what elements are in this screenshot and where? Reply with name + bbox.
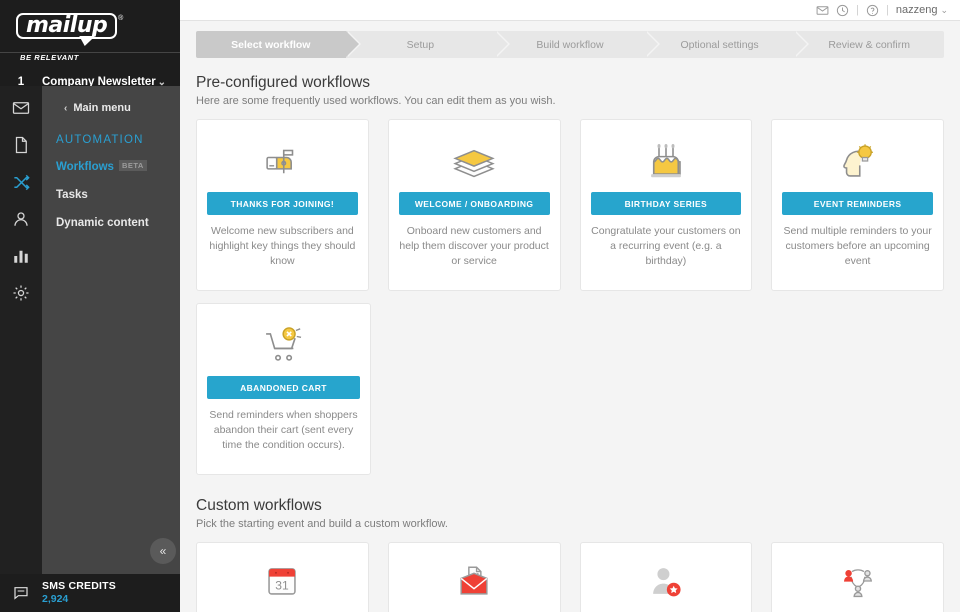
envelope-icon[interactable] [11, 98, 31, 118]
step-label: Select workflow [231, 39, 310, 51]
custom-heading: Custom workflows [196, 497, 944, 515]
logo-box: mailup ® [16, 13, 117, 39]
main-area: | | nazzeng⌄ Select workflow Setup Build… [180, 0, 960, 612]
submenu-panel: ‹ Main menu AUTOMATION Workflows BETA Task… [42, 86, 180, 574]
workflow-card-button[interactable]: THANKS FOR JOINING! [207, 192, 358, 215]
logo-wordmark: mailup [26, 16, 107, 36]
sidebar-item-label: Workflows [56, 161, 114, 173]
chevron-down-icon: ⌄ [940, 5, 948, 15]
step-label: Review & confirm [828, 39, 910, 51]
top-bar: | | nazzeng⌄ [180, 0, 960, 21]
workflow-card-description: Send reminders when shoppers abandon the… [207, 408, 360, 454]
stacked-envelopes-icon [450, 130, 498, 192]
chevron-left-icon: ‹ [64, 103, 67, 114]
workflow-card-thanks-for-joining[interactable]: THANKS FOR JOINING! Welcome new subscrib… [196, 119, 369, 291]
sidebar-body: ‹ Main menu AUTOMATION Workflows BETA Task… [0, 86, 180, 574]
contacts-network-icon [837, 553, 879, 609]
step-select-workflow[interactable]: Select workflow [196, 31, 346, 58]
sidebar-item-tasks[interactable]: Tasks [42, 181, 180, 209]
workflow-stepper: Select workflow Setup Build workflow Opt… [196, 31, 944, 58]
sms-credits-bar[interactable]: SMS CREDITS 2,924 [0, 574, 180, 612]
contact-star-icon [646, 553, 686, 609]
step-label: Optional settings [680, 39, 758, 51]
custom-workflow-card-email-opened[interactable] [388, 542, 561, 612]
preconfigured-card-grid-row2: ABANDONED CART Send reminders when shopp… [196, 303, 944, 475]
clock-icon[interactable] [836, 4, 849, 17]
opened-email-check-icon [454, 553, 494, 609]
birthday-cake-icon [645, 130, 687, 192]
document-icon[interactable] [11, 135, 31, 155]
workflow-card-description: Send multiple reminders to your customer… [782, 224, 933, 270]
sms-credits-label: SMS CREDITS [42, 580, 116, 593]
workflow-card-button[interactable]: BIRTHDAY SERIES [591, 192, 742, 215]
icon-rail [0, 86, 42, 574]
bar-chart-statistics-icon[interactable] [11, 246, 31, 266]
step-setup[interactable]: Setup [346, 31, 496, 58]
step-review-confirm[interactable]: Review & confirm [794, 31, 944, 58]
username-label: nazzeng [896, 4, 938, 16]
collapse-sidebar-button[interactable]: « [150, 538, 176, 564]
abandoned-cart-icon [261, 314, 307, 376]
custom-workflow-card-contact-star[interactable] [580, 542, 753, 612]
workflow-card-description: Welcome new subscribers and highlight ke… [207, 224, 358, 270]
person-contacts-icon[interactable] [11, 209, 31, 229]
workflow-card-button[interactable]: EVENT REMINDERS [782, 192, 933, 215]
content-area: Pre-configured workflows Here are some f… [180, 58, 960, 612]
workflow-card-button[interactable]: ABANDONED CART [207, 376, 360, 399]
topbar-separator: | [886, 4, 889, 16]
logo-tagline: BE RELEVANT [18, 53, 180, 62]
sidebar-item-label: Dynamic content [56, 217, 149, 229]
step-label: Setup [407, 39, 434, 51]
svg-text:31: 31 [276, 579, 290, 593]
workflow-card-description: Onboard new customers and help them disc… [399, 224, 550, 270]
automation-section-title: AUTOMATION [42, 118, 180, 152]
calendar-31-icon: 31 [263, 553, 301, 609]
topbar-separator: | [856, 4, 859, 16]
custom-subheading: Pick the starting event and build a cust… [196, 518, 944, 530]
workflow-card-event-reminders[interactable]: EVENT REMINDERS Send multiple reminders … [771, 119, 944, 291]
brand-logo[interactable]: mailup ® [0, 0, 180, 52]
back-to-main-menu[interactable]: ‹ Main menu [42, 98, 180, 118]
logo-speech-tail [77, 36, 95, 46]
sms-credits-text: SMS CREDITS 2,924 [42, 580, 116, 606]
workflow-card-birthday-series[interactable]: BIRTHDAY SERIES Congratulate your custom… [580, 119, 753, 291]
mailbox-icon [261, 130, 303, 192]
custom-workflow-card-calendar-date[interactable]: 31 [196, 542, 369, 612]
chat-bubble-icon [0, 585, 42, 601]
mail-icon[interactable] [816, 4, 829, 17]
double-chevron-left-icon: « [160, 544, 167, 558]
logo-registered-mark: ® [118, 15, 123, 22]
custom-card-grid: 31 [196, 542, 944, 612]
workflow-card-description: Congratulate your customers on a recurri… [591, 224, 742, 270]
workflow-card-abandoned-cart[interactable]: ABANDONED CART Send reminders when shopp… [196, 303, 371, 475]
beta-badge: BETA [119, 160, 147, 171]
preconfigured-subheading: Here are some frequently used workflows.… [196, 95, 944, 107]
help-icon[interactable] [866, 4, 879, 17]
step-build-workflow[interactable]: Build workflow [495, 31, 645, 58]
sidebar: mailup ® BE RELEVANT 1 Company Newslette… [0, 0, 180, 612]
user-menu[interactable]: nazzeng⌄ [896, 4, 948, 16]
step-optional-settings[interactable]: Optional settings [645, 31, 795, 58]
main-menu-label: Main menu [73, 102, 130, 114]
sidebar-item-label: Tasks [56, 189, 88, 201]
step-label: Build workflow [536, 39, 603, 51]
preconfigured-card-grid-row1: THANKS FOR JOINING! Welcome new subscrib… [196, 119, 944, 291]
workflow-card-welcome-onboarding[interactable]: WELCOME / ONBOARDING Onboard new custome… [388, 119, 561, 291]
shuffle-automation-icon[interactable] [11, 172, 31, 192]
sidebar-item-workflows[interactable]: Workflows BETA [42, 152, 180, 181]
workflow-card-button[interactable]: WELCOME / ONBOARDING [399, 192, 550, 215]
head-lightbulb-icon [836, 130, 880, 192]
sidebar-item-dynamic-content[interactable]: Dynamic content [42, 209, 180, 237]
sms-credits-value: 2,924 [42, 593, 116, 606]
custom-workflow-card-contacts-network[interactable] [771, 542, 944, 612]
preconfigured-heading: Pre-configured workflows [196, 74, 944, 92]
gear-settings-icon[interactable] [11, 283, 31, 303]
